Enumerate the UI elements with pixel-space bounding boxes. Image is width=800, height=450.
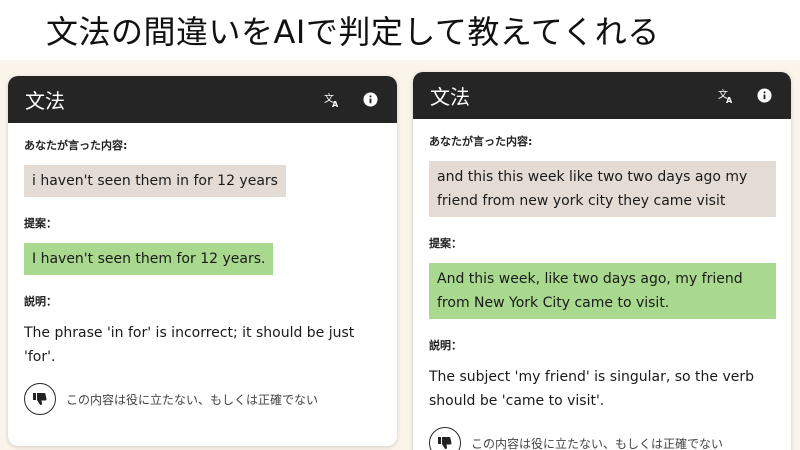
- explanation-label: 説明：: [24, 295, 57, 308]
- svg-text:A: A: [332, 100, 339, 108]
- card-title: 文法: [25, 89, 65, 113]
- suggestion-label: 提案：: [429, 237, 462, 250]
- suggestion-text: I haven't seen them for 12 years.: [24, 243, 274, 275]
- explanation-text: The phrase 'in for' is incorrect; it sho…: [24, 325, 355, 365]
- suggestion-label: 提案：: [24, 217, 57, 230]
- svg-text:A: A: [726, 96, 733, 104]
- explanation-label: 説明：: [429, 339, 462, 352]
- thumbs-down-icon: [438, 437, 452, 449]
- card-header: 文法 文 A: [413, 72, 791, 119]
- screenshot-stage: 文法 文 A あなたが言った内容: i haven't seen them in…: [0, 60, 800, 450]
- feedback-text[interactable]: この内容は役に立たない、もしくは正確でない: [66, 391, 318, 408]
- said-label: あなたが言った内容:: [429, 135, 533, 148]
- card-title: 文法: [430, 85, 470, 109]
- said-text: and this this week like two two days ago…: [429, 161, 776, 217]
- said-text: i haven't seen them in for 12 years: [24, 165, 286, 197]
- info-icon[interactable]: [361, 91, 379, 109]
- grammar-card-1: 文法 文 A あなたが言った内容: i haven't seen them in…: [8, 76, 397, 446]
- card-body: あなたが言った内容: i haven't seen them in for 12…: [8, 123, 397, 415]
- suggestion-text: And this week, like two days ago, my fri…: [429, 263, 776, 319]
- grammar-card-2: 文法 文 A あなたが言った内容: and this this week lik…: [413, 72, 791, 450]
- thumbs-down-icon: [33, 393, 47, 405]
- card-body: あなたが言った内容: and this this week like two t…: [413, 119, 791, 450]
- said-label: あなたが言った内容:: [24, 139, 128, 152]
- translate-icon[interactable]: 文 A: [323, 91, 341, 109]
- feedback-row: この内容は役に立たない、もしくは正確でない: [24, 383, 381, 415]
- explanation-text: The subject 'my friend' is singular, so …: [429, 369, 755, 409]
- feedback-row: この内容は役に立たない、もしくは正確でない: [429, 427, 776, 450]
- thumbs-down-button[interactable]: [24, 383, 56, 415]
- info-icon[interactable]: [755, 87, 773, 105]
- feedback-text[interactable]: この内容は役に立たない、もしくは正確でない: [471, 435, 723, 450]
- thumbs-down-button[interactable]: [429, 427, 461, 450]
- headline: 文法の間違いをAIで判定して教えてくれる: [0, 0, 800, 60]
- card-header: 文法 文 A: [8, 76, 397, 123]
- translate-icon[interactable]: 文 A: [717, 87, 735, 105]
